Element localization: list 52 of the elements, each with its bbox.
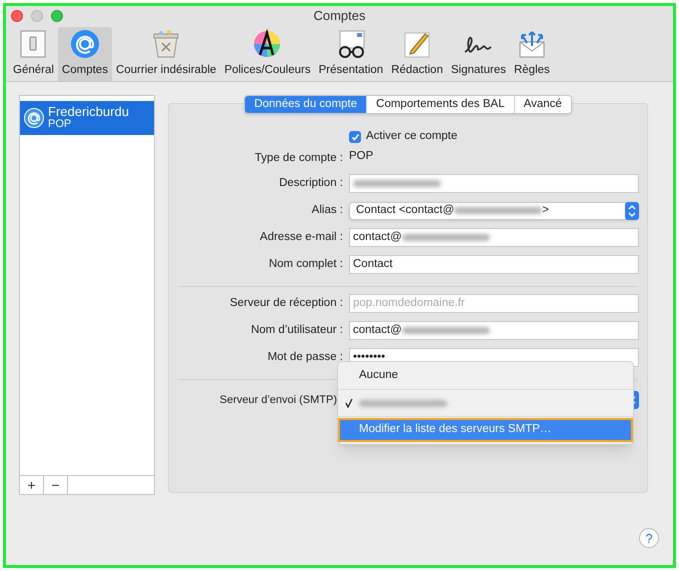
tab[interactable]: Comportements des BAL (366, 96, 514, 113)
field-label: Nom complet : (268, 256, 343, 272)
field-label: Serveur de réception : (230, 296, 343, 311)
toolbar-label: Règles (514, 62, 550, 78)
list-button[interactable]: + (20, 476, 44, 494)
toolbar-item[interactable]: Présentation (314, 27, 388, 81)
input-field[interactable]: Contact (349, 255, 639, 274)
toolbar-label: Présentation (318, 62, 384, 78)
toolbar-item[interactable]: Général (9, 27, 58, 81)
close-button[interactable] (11, 10, 23, 22)
menu-item[interactable]: Modifier la liste des serveurs SMTP… (340, 420, 631, 440)
field-label: Alias : (312, 202, 343, 218)
field-label: Type de compte : (254, 151, 343, 166)
field-label: Adresse e-mail : (260, 230, 343, 245)
toolbar-item[interactable]: Courrier indésirable (112, 27, 220, 81)
field-label: Mot de passe : (268, 350, 343, 365)
toolbar-item[interactable]: Comptes (58, 27, 112, 81)
input-field[interactable] (349, 174, 639, 193)
window-title: Comptes (313, 7, 366, 26)
tab[interactable]: Avancé (514, 96, 571, 113)
zoom-button[interactable] (51, 10, 63, 22)
toolbar-label: Polices/Couleurs (224, 62, 311, 78)
checkmark-icon (345, 398, 353, 408)
list-button[interactable]: − (44, 476, 68, 494)
input-field[interactable]: contact@ (349, 321, 639, 340)
checkbox[interactable] (349, 131, 361, 143)
toolbar-item[interactable]: Polices/Couleurs (220, 27, 315, 81)
field-label: Nom d’utilisateur : (250, 322, 343, 338)
at-sign-icon (24, 108, 44, 128)
stepper-icon (625, 202, 639, 220)
menu-item[interactable]: Aucune (340, 366, 631, 386)
account-type: POP (48, 118, 72, 131)
checkbox-label: Activer ce compte (366, 129, 458, 144)
toolbar-label: Courrier indésirable (116, 62, 216, 78)
minimize-button[interactable] (31, 10, 43, 22)
toolbar-item[interactable]: Règles (510, 27, 554, 81)
account-type-value: POP (349, 149, 374, 164)
at-sign-icon (68, 28, 101, 60)
field-label: Serveur d’envoi (SMTP) (220, 392, 337, 408)
help-button[interactable]: ? (639, 528, 659, 548)
alias-dropdown[interactable]: Contact <contact@ > (349, 202, 639, 220)
input-field[interactable]: contact@ (349, 228, 639, 247)
toolbar-label: Signatures (450, 62, 506, 78)
toolbar-label: Comptes (62, 62, 108, 78)
account-item[interactable]: Fredericburdu POP (20, 101, 154, 135)
field-label: Description : (279, 176, 343, 191)
toolbar-label: Rédaction (391, 62, 443, 78)
toolbar-label: Général (13, 62, 54, 78)
account-name: Fredericburdu (48, 105, 129, 118)
tab[interactable]: Données du compte (245, 96, 366, 113)
toolbar-item[interactable]: Signatures (446, 27, 510, 81)
toolbar-item[interactable]: Rédaction (387, 27, 447, 81)
